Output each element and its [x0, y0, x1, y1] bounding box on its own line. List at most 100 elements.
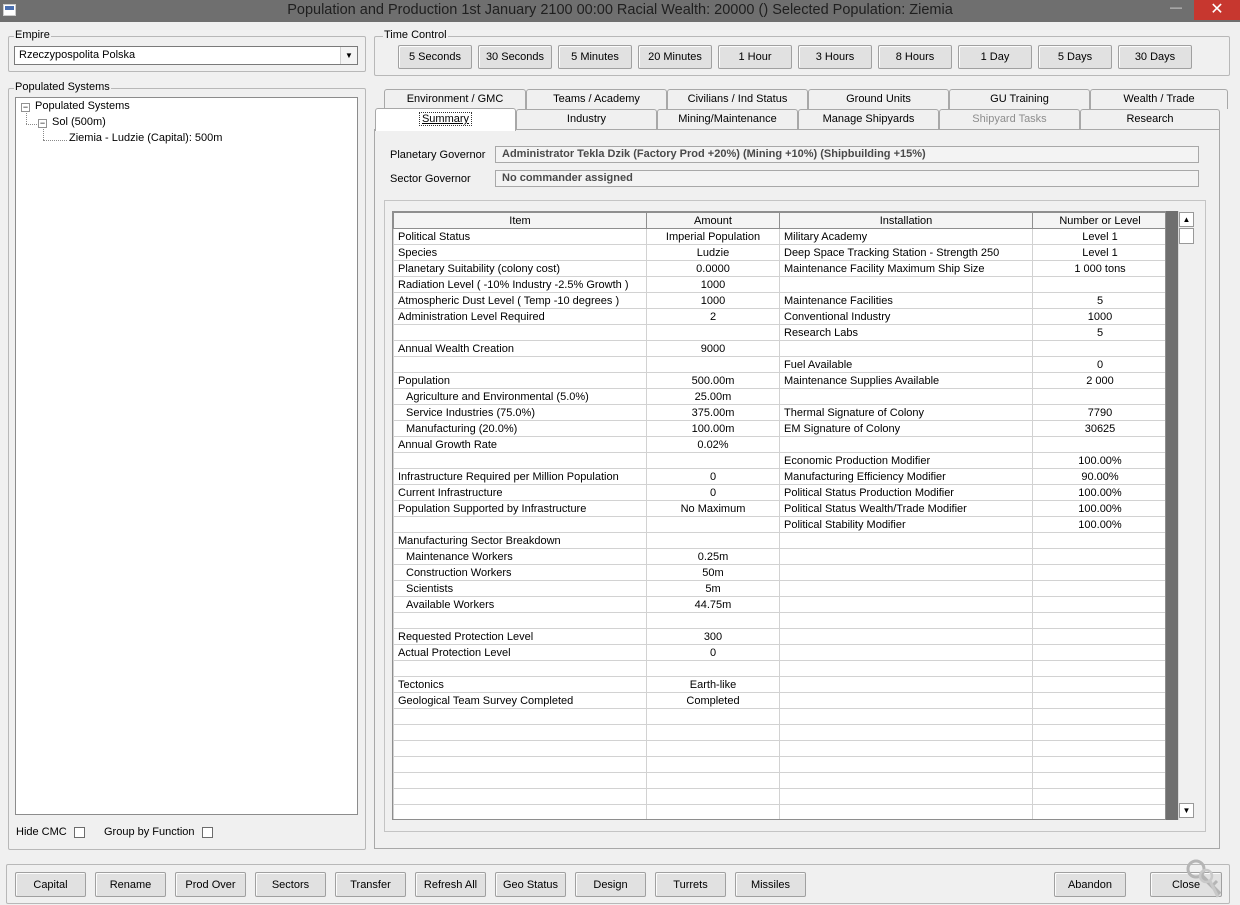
column-header-item[interactable]: Item — [393, 212, 647, 229]
table-row[interactable] — [393, 612, 1165, 629]
table-row[interactable]: Atmospheric Dust Level ( Temp -10 degree… — [393, 292, 1165, 309]
table-row-empty[interactable] — [393, 740, 1165, 757]
tree-line — [26, 124, 37, 125]
close-window-button[interactable]: ✕ — [1194, 0, 1240, 20]
table-row-empty[interactable] — [393, 788, 1165, 805]
table-row[interactable]: Annual Wealth Creation 9000 — [393, 340, 1165, 357]
time-5-seconds-button[interactable]: 5 Seconds — [398, 45, 472, 69]
cell-amount: 25.00m — [646, 388, 780, 405]
refresh-all-button[interactable]: Refresh All — [415, 872, 486, 897]
tab-mining-maintenance[interactable]: Mining/Maintenance — [657, 109, 798, 129]
table-row[interactable]: Research Labs 5 — [393, 324, 1165, 341]
column-header-installation[interactable]: Installation — [779, 212, 1033, 229]
rename-button[interactable]: Rename — [95, 872, 166, 897]
empire-select[interactable]: Rzeczypospolita Polska ▼ — [14, 46, 358, 65]
capital-button[interactable]: Capital — [15, 872, 86, 897]
tree-node-system[interactable]: Sol (500m) — [52, 116, 106, 128]
table-row[interactable]: Political Status Imperial Population Milit… — [393, 228, 1165, 245]
time-30-days-button[interactable]: 30 Days — [1118, 45, 1192, 69]
time-8-hours-button[interactable]: 8 Hours — [878, 45, 952, 69]
time-30-seconds-button[interactable]: 30 Seconds — [478, 45, 552, 69]
tab-research[interactable]: Research — [1080, 109, 1220, 129]
time-3-hours-button[interactable]: 3 Hours — [798, 45, 872, 69]
table-row[interactable]: Population 500.00m Maintenance Supplies Av… — [393, 372, 1165, 389]
table-row[interactable]: Construction Workers 50m — [393, 564, 1165, 581]
column-header-number-or-level[interactable]: Number or Level — [1032, 212, 1165, 229]
cell-empty — [646, 724, 780, 741]
tab-wealth-trade[interactable]: Wealth / Trade — [1090, 89, 1228, 109]
table-row[interactable]: Species Ludzie Deep Space Tracking Station… — [393, 244, 1165, 261]
minimize-button[interactable]: — — [1163, 0, 1189, 20]
table-row[interactable]: Fuel Available 0 — [393, 356, 1165, 373]
tab-summary[interactable]: Summary — [375, 108, 516, 131]
tab-manage-shipyards[interactable]: Manage Shipyards — [798, 109, 939, 129]
chevron-down-icon[interactable]: ▼ — [340, 47, 357, 64]
summary-table[interactable]: Item Amount Installation Number or Level… — [392, 211, 1166, 820]
sector-governor-field[interactable]: No commander assigned — [495, 170, 1199, 187]
table-row[interactable]: Maintenance Workers 0.25m — [393, 548, 1165, 565]
table-row-empty[interactable] — [393, 804, 1165, 819]
collapse-icon[interactable]: − — [21, 103, 30, 112]
prod-over-button[interactable]: Prod Over — [175, 872, 246, 897]
planetary-governor-field[interactable]: Administrator Tekla Dzik (Factory Prod +… — [495, 146, 1199, 163]
populated-systems-tree[interactable]: − Populated Systems − Sol (500m) Ziemia … — [15, 97, 358, 815]
time-1-hour-button[interactable]: 1 Hour — [718, 45, 792, 69]
table-row[interactable]: Annual Growth Rate 0.02% — [393, 436, 1165, 453]
tab-environment-gmc[interactable]: Environment / GMC — [384, 89, 526, 109]
tree-node-root[interactable]: Populated Systems — [35, 100, 130, 112]
turrets-button[interactable]: Turrets — [655, 872, 726, 897]
group-by-function-checkbox[interactable] — [202, 827, 213, 838]
table-row[interactable] — [393, 660, 1165, 677]
table-row[interactable]: Available Workers 44.75m — [393, 596, 1165, 613]
column-header-amount[interactable]: Amount — [646, 212, 780, 229]
sectors-button[interactable]: Sectors — [255, 872, 326, 897]
table-row[interactable]: Scientists 5m — [393, 580, 1165, 597]
vertical-scrollbar[interactable]: ▲ ▼ — [1166, 211, 1195, 820]
table-row[interactable]: Current Infrastructure 0 Political Status … — [393, 484, 1165, 501]
transfer-button[interactable]: Transfer — [335, 872, 406, 897]
scroll-thumb[interactable] — [1179, 228, 1194, 244]
table-row[interactable]: Service Industries (75.0%) 375.00m Thermal… — [393, 404, 1165, 421]
table-row[interactable]: Administration Level Required 2 Convention… — [393, 308, 1165, 325]
time-5-days-button[interactable]: 5 Days — [1038, 45, 1112, 69]
table-row[interactable]: Actual Protection Level 0 — [393, 644, 1165, 661]
abandon-button[interactable]: Abandon — [1054, 872, 1126, 897]
title-bar[interactable]: Population and Production 1st January 21… — [0, 0, 1240, 22]
tab-teams-academy[interactable]: Teams / Academy — [526, 89, 667, 109]
collapse-icon[interactable]: − — [38, 119, 47, 128]
tab-industry[interactable]: Industry — [516, 109, 657, 129]
table-row-empty[interactable] — [393, 724, 1165, 741]
table-row-empty[interactable] — [393, 756, 1165, 773]
tab-ground-units[interactable]: Ground Units — [808, 89, 949, 109]
cell-level: Level 1 — [1032, 244, 1165, 261]
scroll-up-icon[interactable]: ▲ — [1179, 212, 1194, 227]
geo-status-button[interactable]: Geo Status — [495, 872, 566, 897]
design-button[interactable]: Design — [575, 872, 646, 897]
table-row[interactable]: Requested Protection Level 300 — [393, 628, 1165, 645]
table-row[interactable]: Tectonics Earth-like — [393, 676, 1165, 693]
table-row[interactable]: Political Stability Modifier 100.00% — [393, 516, 1165, 533]
time-5-minutes-button[interactable]: 5 Minutes — [558, 45, 632, 69]
tree-node-planet[interactable]: Ziemia - Ludzie (Capital): 500m — [69, 132, 222, 144]
table-row[interactable]: Population Supported by Infrastructure No… — [393, 500, 1165, 517]
table-row[interactable]: Manufacturing Sector Breakdown — [393, 532, 1165, 549]
table-row[interactable]: Economic Production Modifier 100.00% — [393, 452, 1165, 469]
table-row[interactable]: Radiation Level ( -10% Industry -2.5% Gr… — [393, 276, 1165, 293]
tab-gu-training[interactable]: GU Training — [949, 89, 1090, 109]
time-1-day-button[interactable]: 1 Day — [958, 45, 1032, 69]
cell-empty — [779, 740, 1033, 757]
table-row-empty[interactable] — [393, 772, 1165, 789]
table-row[interactable]: Planetary Suitability (colony cost) 0.000… — [393, 260, 1165, 277]
table-row[interactable]: Manufacturing (20.0%) 100.00m EM Signature… — [393, 420, 1165, 437]
tab-civilians-ind-status[interactable]: Civilians / Ind Status — [667, 89, 808, 109]
table-row[interactable]: Agriculture and Environmental (5.0%) 25.0… — [393, 388, 1165, 405]
table-row[interactable]: Infrastructure Required per Million Popu… — [393, 468, 1165, 485]
hide-cmc-checkbox[interactable] — [74, 827, 85, 838]
scroll-bar[interactable] — [1178, 211, 1195, 820]
missiles-button[interactable]: Missiles — [735, 872, 806, 897]
cell-level: 7790 — [1032, 404, 1165, 421]
time-20-minutes-button[interactable]: 20 Minutes — [638, 45, 712, 69]
table-row-empty[interactable] — [393, 708, 1165, 725]
table-row[interactable]: Geological Team Survey Completed Complete… — [393, 692, 1165, 709]
scroll-down-icon[interactable]: ▼ — [1179, 803, 1194, 818]
